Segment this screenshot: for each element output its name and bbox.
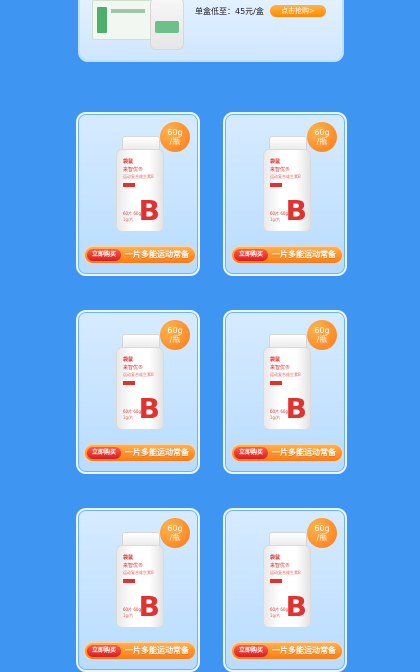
- cta-bar[interactable]: 立即购买 一片多能运动常备: [231, 444, 343, 462]
- promo-price-text: 单盒低至：45元/盒: [195, 7, 264, 16]
- product-card[interactable]: 60g /瓶 袋鼠 来智优® 运动复合维生素B 60片 60g 1g/片 B 立…: [223, 508, 347, 672]
- bottle-name: 来智优®: [270, 365, 291, 371]
- buy-now-button[interactable]: 立即购买: [87, 249, 121, 261]
- bottle-body: 袋鼠 来智优® 运动复合维生素B 60片 60g 1g/片 B: [263, 545, 311, 628]
- bottle-letter: B: [285, 590, 307, 623]
- weight-badge: 60g /瓶: [160, 320, 190, 350]
- bottle-sub: 运动复合维生素B: [270, 372, 301, 377]
- bottle-brand: 袋鼠: [123, 159, 134, 165]
- product-card[interactable]: 60g /瓶 袋鼠 来智优® 运动复合维生素B 60片 60g 1g/片 B 立…: [76, 310, 200, 474]
- badge-weight: 60g: [167, 326, 183, 335]
- product-bottle-image: 袋鼠 来智优® 运动复合维生素B 60片 60g 1g/片 B: [263, 334, 311, 430]
- badge-unit: /瓶: [169, 533, 181, 542]
- bottle-body: 袋鼠 来智优® 运动复合维生素B 60片 60g 1g/片 B: [116, 149, 164, 232]
- buy-now-button[interactable]: 点击抢购>: [270, 5, 326, 17]
- bottle-sub: 运动复合维生素B: [270, 570, 301, 575]
- product-bottle-image: 袋鼠 来智优® 运动复合维生素B 60片 60g 1g/片 B: [116, 334, 164, 430]
- bottle-brand: 袋鼠: [270, 159, 281, 165]
- bottle-letter: B: [138, 194, 160, 227]
- bottle-name: 来智优®: [270, 563, 291, 569]
- bottle-tag: [123, 183, 135, 187]
- bottle-brand: 袋鼠: [123, 555, 134, 561]
- bottle-tag: [123, 381, 135, 385]
- bottle-spec2: 1g/片: [123, 415, 134, 420]
- slogan-text: 一片多能运动常备: [272, 250, 336, 259]
- cta-bar[interactable]: 立即购买 一片多能运动常备: [231, 642, 343, 660]
- weight-badge: 60g /瓶: [307, 518, 337, 548]
- bottle-sub: 运动复合维生素B: [123, 372, 154, 377]
- badge-weight: 60g: [314, 524, 330, 533]
- bottle-name: 来智优®: [123, 167, 144, 173]
- weight-badge: 60g /瓶: [160, 518, 190, 548]
- bottle-body: 袋鼠 来智优® 运动复合维生素B 60片 60g 1g/片 B: [116, 347, 164, 430]
- buy-now-button[interactable]: 立即购买: [234, 447, 268, 459]
- weight-badge: 60g /瓶: [307, 320, 337, 350]
- bottle-sub: 运动复合维生素B: [270, 174, 301, 179]
- bottle-letter: B: [285, 392, 307, 425]
- product-bottle-image: 袋鼠 来智优® 运动复合维生素B 60片 60g 1g/片 B: [263, 532, 311, 628]
- product-bottle-image: 袋鼠 来智优® 运动复合维生素B 60片 60g 1g/片 B: [116, 136, 164, 232]
- bottle-letter: B: [138, 392, 160, 425]
- bottle-sub: 运动复合维生素B: [123, 570, 154, 575]
- bottle-tag: [270, 579, 282, 583]
- product-bottle-image: [150, 0, 184, 50]
- bottle-letter: B: [285, 194, 307, 227]
- badge-unit: /瓶: [316, 335, 328, 344]
- badge-unit: /瓶: [169, 137, 181, 146]
- badge-unit: /瓶: [316, 137, 328, 146]
- weight-badge: 60g /瓶: [160, 122, 190, 152]
- product-box-image: [92, 0, 152, 40]
- product-card[interactable]: 60g /瓶 袋鼠 来智优® 运动复合维生素B 60片 60g 1g/片 B 立…: [223, 112, 347, 276]
- cta-bar[interactable]: 立即购买 一片多能运动常备: [84, 642, 196, 660]
- bottle-tag: [270, 381, 282, 385]
- cta-bar[interactable]: 立即购买 一片多能运动常备: [84, 444, 196, 462]
- cta-bar[interactable]: 立即购买 一片多能运动常备: [84, 246, 196, 264]
- bottle-name: 来智优®: [123, 563, 144, 569]
- product-bottle-image: 袋鼠 来智优® 运动复合维生素B 60片 60g 1g/片 B: [116, 532, 164, 628]
- buy-now-button[interactable]: 立即购买: [234, 249, 268, 261]
- slogan-text: 一片多能运动常备: [125, 250, 189, 259]
- badge-unit: /瓶: [169, 335, 181, 344]
- buy-now-button[interactable]: 立即购买: [87, 447, 121, 459]
- bottle-brand: 袋鼠: [270, 357, 281, 363]
- badge-weight: 60g: [314, 128, 330, 137]
- bottle-letter: B: [138, 590, 160, 623]
- slogan-text: 一片多能运动常备: [125, 448, 189, 457]
- bottle-body: 袋鼠 来智优® 运动复合维生素B 60片 60g 1g/片 B: [263, 149, 311, 232]
- bottle-sub: 运动复合维生素B: [123, 174, 154, 179]
- badge-weight: 60g: [167, 128, 183, 137]
- bottle-body: 袋鼠 来智优® 运动复合维生素B 60片 60g 1g/片 B: [116, 545, 164, 628]
- product-card[interactable]: 60g /瓶 袋鼠 来智优® 运动复合维生素B 60片 60g 1g/片 B 立…: [76, 508, 200, 672]
- badge-unit: /瓶: [316, 533, 328, 542]
- bottle-spec2: 1g/片: [270, 217, 281, 222]
- bottle-brand: 袋鼠: [270, 555, 281, 561]
- cta-bar[interactable]: 立即购买 一片多能运动常备: [231, 246, 343, 264]
- bottle-name: 来智优®: [123, 365, 144, 371]
- product-card[interactable]: 60g /瓶 袋鼠 来智优® 运动复合维生素B 60片 60g 1g/片 B 立…: [76, 112, 200, 276]
- slogan-text: 一片多能运动常备: [272, 448, 336, 457]
- buy-now-button[interactable]: 立即购买: [87, 645, 121, 657]
- bottle-spec2: 1g/片: [270, 415, 281, 420]
- product-bottle-image: 袋鼠 来智优® 运动复合维生素B 60片 60g 1g/片 B: [263, 136, 311, 232]
- product-card[interactable]: 60g /瓶 袋鼠 来智优® 运动复合维生素B 60片 60g 1g/片 B 立…: [223, 310, 347, 474]
- bottle-body: 袋鼠 来智优® 运动复合维生素B 60片 60g 1g/片 B: [263, 347, 311, 430]
- bottle-tag: [123, 579, 135, 583]
- bottle-spec2: 1g/片: [123, 217, 134, 222]
- weight-badge: 60g /瓶: [307, 122, 337, 152]
- bottle-spec2: 1g/片: [123, 613, 134, 618]
- bottle-spec2: 1g/片: [270, 613, 281, 618]
- badge-weight: 60g: [167, 524, 183, 533]
- bottle-name: 来智优®: [270, 167, 291, 173]
- buy-now-button[interactable]: 立即购买: [234, 645, 268, 657]
- badge-weight: 60g: [314, 326, 330, 335]
- promo-card: 单盒低至：45元/盒 点击抢购>: [78, 0, 344, 62]
- bottle-brand: 袋鼠: [123, 357, 134, 363]
- bottle-tag: [270, 183, 282, 187]
